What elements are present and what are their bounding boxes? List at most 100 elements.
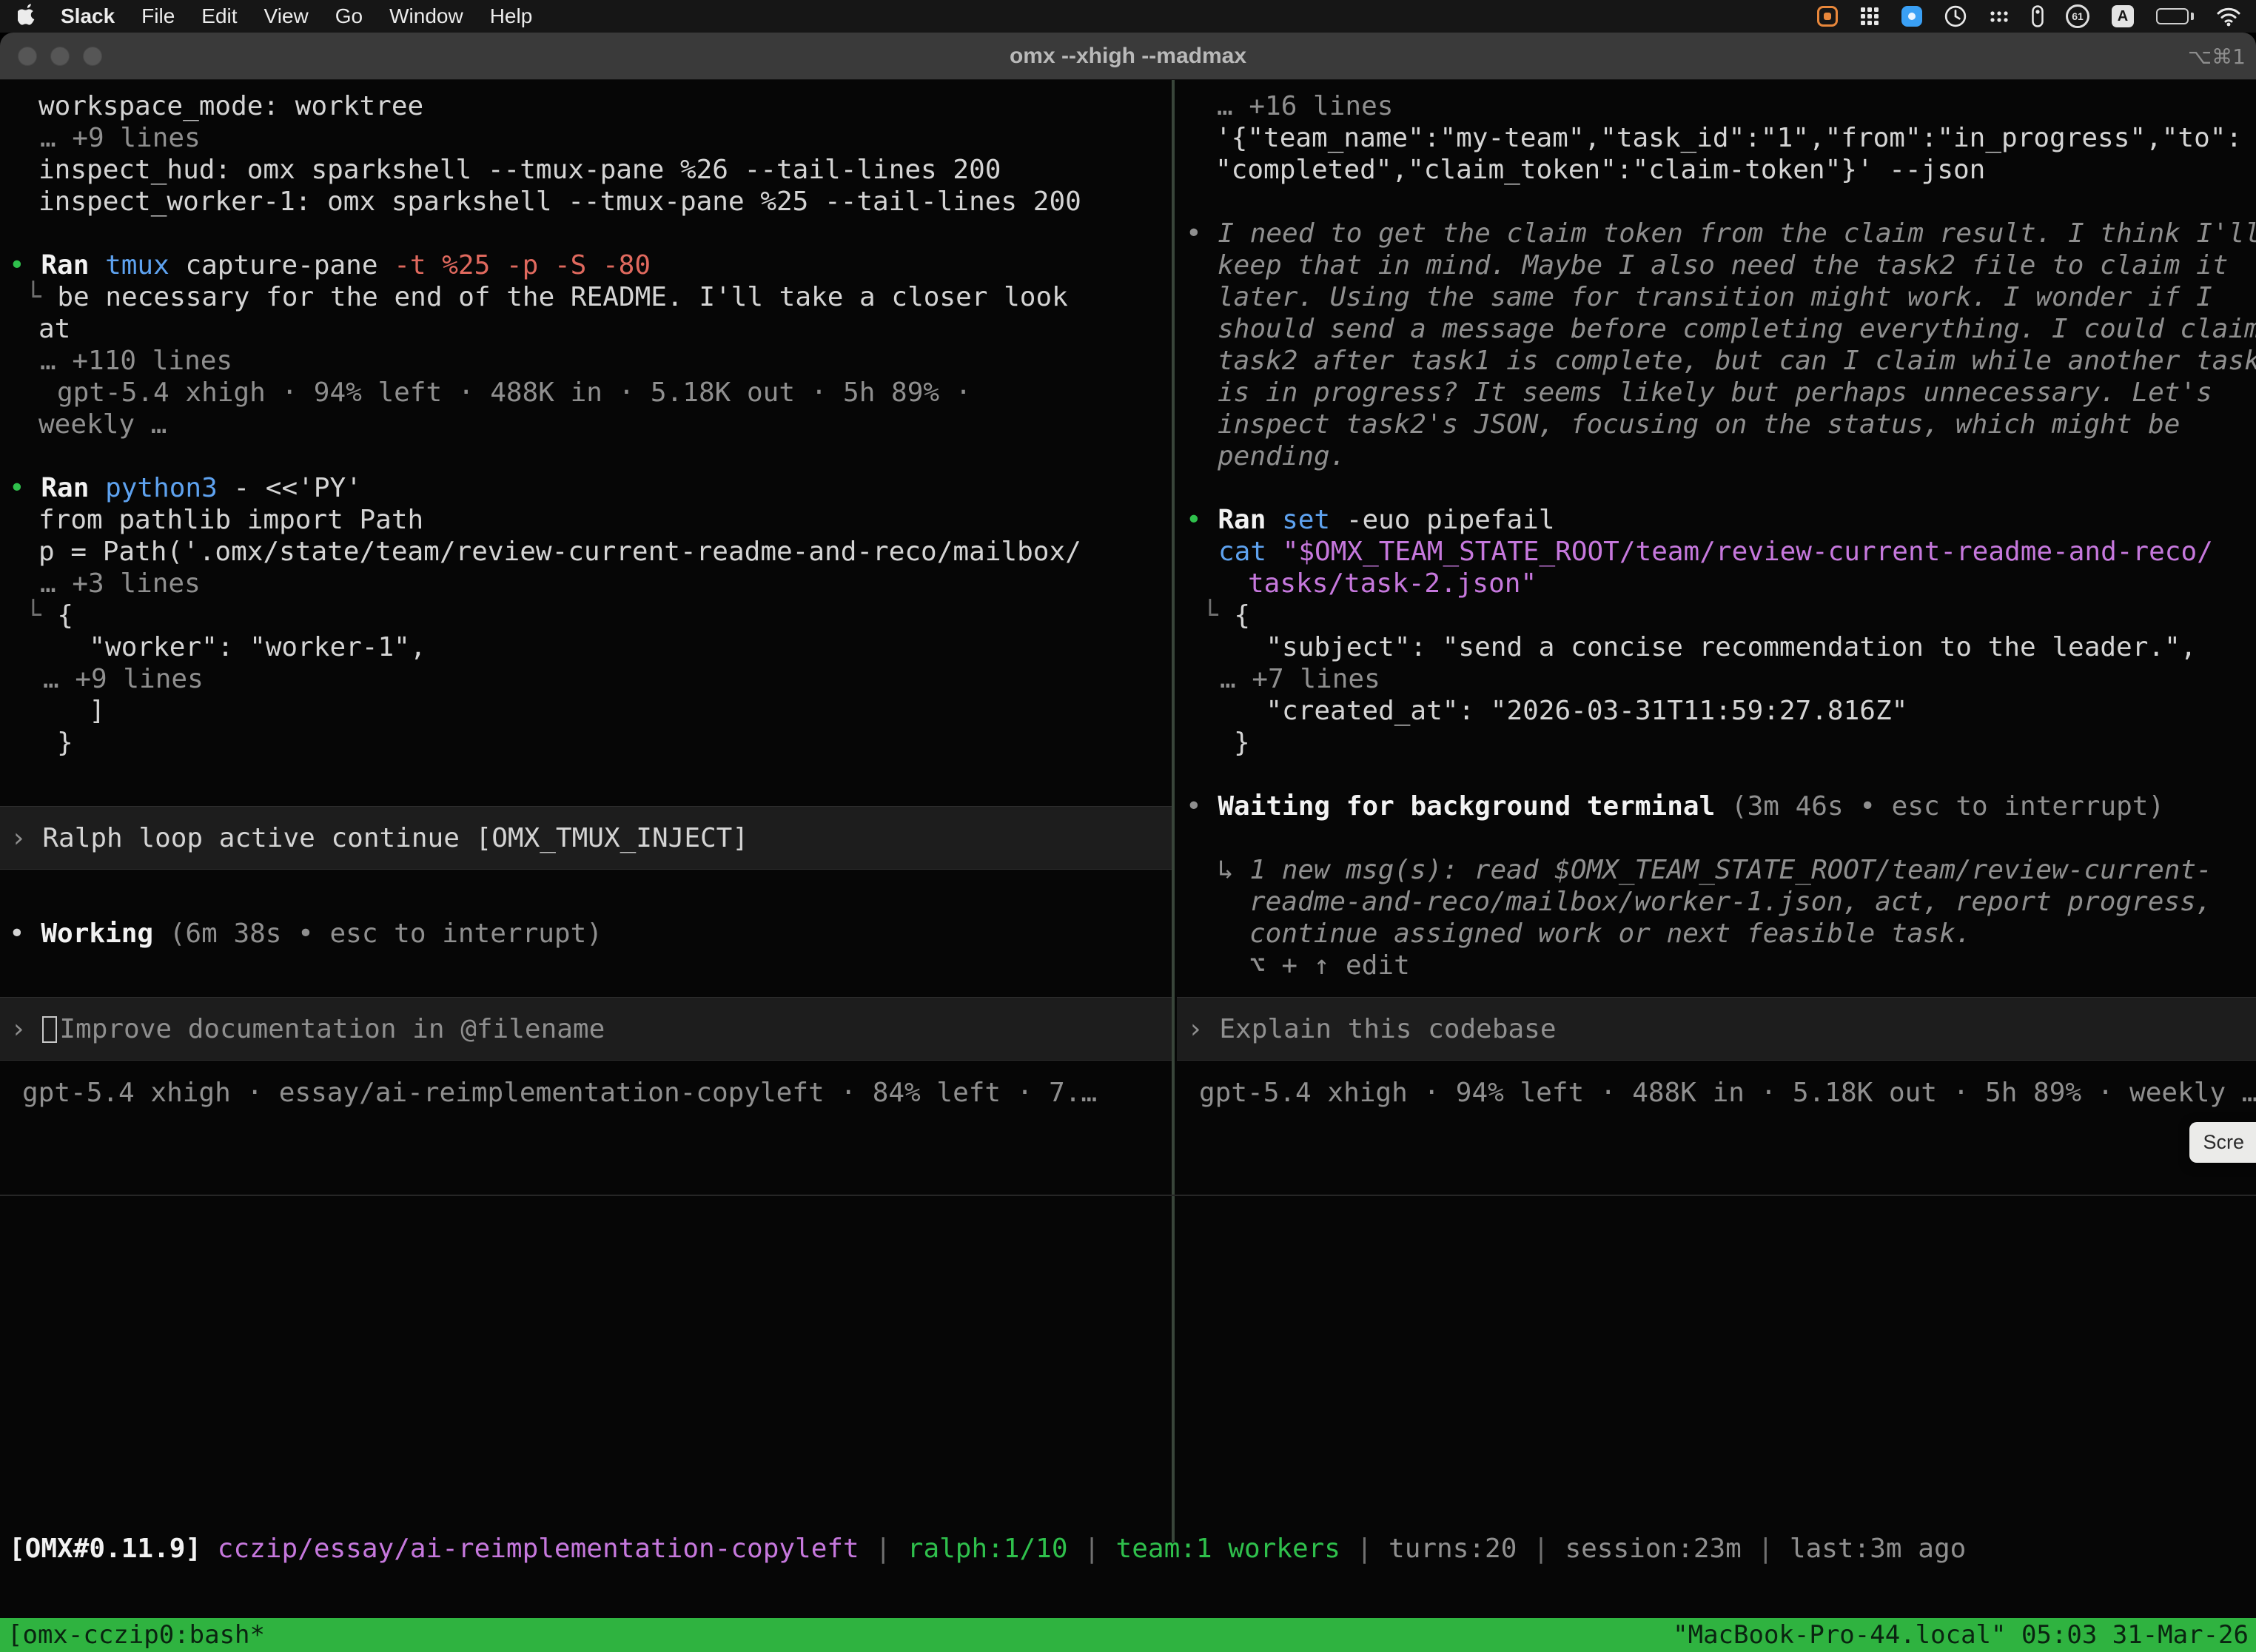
- text-segment: •: [9, 250, 41, 281]
- text-segment: inspect_hud: omx sparkshell --tmux-pane …: [38, 155, 1001, 185]
- menu-bar: Slack File Edit View Go Window Help 61 A: [0, 0, 2256, 33]
- apple-icon: [18, 3, 37, 30]
- text-segment: [201, 1534, 218, 1564]
- text-segment: [OMX#0.11.9]: [9, 1534, 201, 1564]
- text-segment: … +7 lines: [1220, 664, 1380, 694]
- text-segment: '{"team_name":"my-team","task_id":"1","f…: [1215, 123, 2242, 153]
- text-segment: "worker": "worker-1",: [57, 632, 426, 662]
- terminal-line: "created_at": "2026-03-31T11:59:27.816Z": [1234, 695, 1907, 727]
- terminal-line: gpt-5.4 xhigh · 94% left · 488K in · 5.1…: [57, 377, 971, 409]
- wifi-icon[interactable]: [2216, 6, 2241, 27]
- text-segment: └: [1202, 600, 1234, 631]
- terminal-line: inspect_worker-1: omx sparkshell --tmux-…: [38, 186, 1081, 218]
- text-segment: continue assigned work or next feasible …: [1249, 919, 1971, 949]
- menu-edit[interactable]: Edit: [188, 4, 250, 28]
- text-segment: Ran: [1218, 505, 1282, 535]
- text-segment: gpt-5.4 xhigh · essay/ai-reimplementatio…: [22, 1078, 1097, 1108]
- terminal-line: "worker": "worker-1",: [57, 631, 426, 663]
- text-segment: Explain this codebase: [1219, 1014, 1556, 1044]
- window-grid-icon[interactable]: [1860, 7, 1879, 26]
- terminal-line: › Improve documentation in @filename: [10, 1013, 605, 1045]
- terminal-pane-left[interactable]: workspace_mode: worktree… +9 linesinspec…: [0, 80, 1172, 1212]
- text-segment: turns:20: [1389, 1534, 1517, 1564]
- text-segment: be necessary for the end of the README. …: [57, 282, 1067, 312]
- terminal-line: └ be necessary for the end of the README…: [25, 281, 1068, 313]
- text-segment: "completed","claim_token":"claim-token"}…: [1215, 155, 1985, 185]
- text-segment: •: [1186, 505, 1218, 535]
- terminal-line: └ {: [25, 600, 73, 631]
- pane-divider[interactable]: [1172, 80, 1175, 1542]
- gauge-badge-icon[interactable]: 61: [2066, 4, 2089, 28]
- terminal-line: └ {: [1202, 600, 1250, 631]
- text-segment: |: [1068, 1534, 1116, 1564]
- text-segment: -euo pipefail: [1330, 505, 1554, 535]
- text-segment: └: [25, 600, 57, 631]
- text-segment: should send a message before completing …: [1218, 314, 2256, 344]
- terminal-line: … +7 lines: [1220, 663, 1380, 695]
- dots-grid-icon[interactable]: [1989, 7, 2010, 26]
- terminal-line: gpt-5.4 xhigh · essay/ai-reimplementatio…: [22, 1077, 1097, 1109]
- text-segment: Ran: [41, 250, 105, 281]
- menu-go[interactable]: Go: [322, 4, 376, 28]
- text-segment: I need to get the claim token from the c…: [1218, 218, 2256, 249]
- text-segment: •: [1186, 218, 1218, 249]
- terminal-line: workspace_mode: worktree: [38, 90, 423, 122]
- close-button[interactable]: [18, 47, 37, 66]
- terminal-line: p = Path('.omx/state/team/review-current…: [38, 536, 1081, 568]
- menu-bar-status-icons: 61 A: [1817, 4, 2246, 28]
- text-segment: cat: [1218, 537, 1283, 567]
- blue-app-icon[interactable]: [1901, 6, 1922, 27]
- text-segment: (6m 38s • esc to interrupt): [153, 919, 602, 949]
- apple-menu[interactable]: [10, 3, 47, 30]
- minimize-button[interactable]: [50, 47, 70, 66]
- terminal-line: pending.: [1218, 440, 1346, 472]
- text-segment: is in progress? It seems likely but perh…: [1218, 377, 2212, 408]
- key-icon[interactable]: [2032, 5, 2044, 27]
- text-cursor: [42, 1016, 57, 1043]
- text-segment: •: [9, 919, 41, 949]
- text-segment: session:23m: [1565, 1534, 1741, 1564]
- text-segment: "$OMX_TEAM_STATE_ROOT/team/review-curren…: [1283, 537, 2213, 567]
- terminal-line: at: [38, 313, 70, 345]
- terminal-line: • Working (6m 38s • esc to interrupt): [9, 918, 602, 950]
- keyboard-input-source-icon[interactable]: A: [2112, 5, 2134, 27]
- window-shortcut-hint: ⌥⌘1: [2188, 33, 2246, 80]
- menu-file[interactable]: File: [128, 4, 188, 28]
- text-segment: |: [859, 1534, 907, 1564]
- terminal-line: readme-and-reco/mailbox/worker-1.json, a…: [1249, 886, 2212, 918]
- text-segment: |: [1517, 1534, 1565, 1564]
- menu-help[interactable]: Help: [477, 4, 546, 28]
- terminal-line: should send a message before completing …: [1218, 313, 2256, 345]
- text-segment: }: [57, 728, 73, 758]
- menu-window[interactable]: Window: [376, 4, 477, 28]
- text-segment: "created_at": "2026-03-31T11:59:27.816Z": [1234, 696, 1907, 726]
- terminal-pane-right[interactable]: … +16 lines'{"team_name":"my-team","task…: [1177, 80, 2256, 1212]
- text-segment: … +9 lines: [40, 123, 201, 153]
- text-segment: Ralph loop active continue [OMX_TMUX_INJ…: [42, 823, 748, 853]
- terminal-line: › Ralph loop active continue [OMX_TMUX_I…: [10, 822, 748, 854]
- text-segment: ⌥ + ↑ edit: [1249, 950, 1410, 981]
- app-menu-title[interactable]: Slack: [47, 4, 128, 28]
- zoom-button[interactable]: [83, 47, 102, 66]
- text-segment: -t %25 -p -S -80: [378, 250, 651, 281]
- text-segment: pending.: [1218, 441, 1346, 471]
- battery-icon[interactable]: [2156, 8, 2194, 24]
- battery-body: [2156, 8, 2189, 24]
- terminal-line: cat "$OMX_TEAM_STATE_ROOT/team/review-cu…: [1218, 536, 2213, 568]
- terminal-line: '{"team_name":"my-team","task_id":"1","f…: [1215, 122, 2242, 154]
- screen-recording-indicator-icon[interactable]: [1817, 6, 1838, 27]
- text-segment: weekly …: [38, 409, 167, 440]
- text-segment: gpt-5.4 xhigh · 94% left · 488K in · 5.1…: [57, 377, 971, 408]
- terminal-window: omx --xhigh --madmax ⌥⌘1 workspace_mode:…: [0, 33, 2256, 1652]
- clock-icon[interactable]: [1944, 5, 1967, 27]
- menu-view[interactable]: View: [251, 4, 322, 28]
- terminal-line: … +9 lines: [40, 122, 201, 154]
- text-segment: ralph:1/10: [907, 1534, 1068, 1564]
- tmux-session-info: [omx-cczip0:bash*: [7, 1619, 265, 1651]
- text-segment: set: [1282, 505, 1330, 535]
- text-segment: 1 new msg(s): read $OMX_TEAM_STATE_ROOT/…: [1249, 855, 2212, 885]
- content-separator: [0, 1195, 2256, 1196]
- terminal-line: • Ran set -euo pipefail: [1186, 504, 1555, 536]
- terminal-line: … +9 lines: [43, 663, 204, 695]
- text-segment: |: [1340, 1534, 1389, 1564]
